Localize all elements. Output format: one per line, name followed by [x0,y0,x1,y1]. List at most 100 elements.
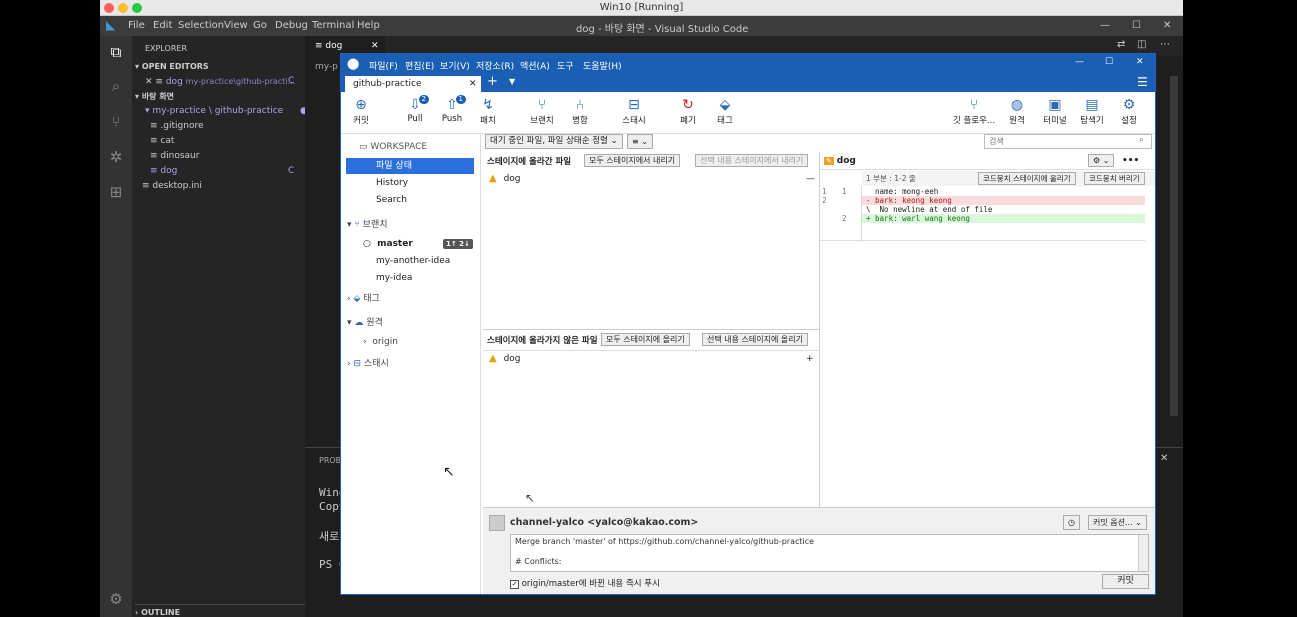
scrollbar[interactable] [1170,76,1178,416]
folder-header[interactable]: ▾ 바탕 화면 [135,89,308,104]
branch-master[interactable]: ○ master 1↑ 2↓ [363,236,491,252]
history-clock-button[interactable]: ◷ [1063,515,1080,530]
discard-button[interactable]: ↻ 폐기 [668,96,708,132]
commit-options-dropdown[interactable]: 커밋 옵션... ⌄ [1088,515,1147,530]
unstage-selected-button[interactable]: 선택 내용 스테이지에서 내리기 [695,154,809,167]
commit-message-input[interactable]: Merge branch 'master' of https://github.… [510,534,1149,572]
stage-file-icon[interactable]: + [806,351,814,367]
st-menu-edit[interactable]: 편집(E) [405,59,434,72]
file-item[interactable]: ≡ desktop.ini [142,179,315,194]
unstage-file-icon[interactable]: — [806,171,815,187]
stage-hunk-button[interactable]: 코드뭉치 스테이지에 올리기 [978,172,1076,185]
st-menu-view[interactable]: 보기(V) [440,59,470,72]
more-icon[interactable]: ⋯ [1160,39,1170,50]
pull-icon: ⇩ [409,97,421,113]
file-item[interactable]: ≡ dog C [150,164,323,179]
branch-button[interactable]: ⑂ 브랜치 [522,96,562,132]
diff-line[interactable]: \ No newline at end of file [862,205,1145,214]
repo-folder-item[interactable]: ▾ my-practice \ github-practice ● [145,104,318,119]
maximize-icon[interactable]: ☐ [1132,20,1141,31]
terminal-button[interactable]: ▣ 터미널 [1035,96,1075,132]
open-editors-header[interactable]: ▾ OPEN EDITORS [135,59,308,74]
remote-origin[interactable]: › origin [363,334,491,350]
layout-icon[interactable]: ◫ [1137,39,1146,50]
settings-gear-icon[interactable]: ⚙ [106,589,126,609]
push-button[interactable]: ⇧ 1 Push [432,95,472,132]
close-dot-icon[interactable] [104,3,114,13]
view-mode-dropdown[interactable]: ≡ ⌄ [627,134,653,149]
stashes-header[interactable]: › ⊟ 스태시 [347,356,475,372]
merge-button[interactable]: ⑃ 병합 [560,96,600,132]
diff-line[interactable]: + bark: warl wang keong [862,214,1145,223]
diff-line[interactable]: 1 1 name: mong-eeh [820,187,1145,196]
close-icon[interactable]: ✕ [1163,20,1171,31]
minimize-icon[interactable]: — [1100,20,1110,31]
git-flow-button[interactable]: ⑂ 깃 플로우... [949,96,999,132]
source-control-icon[interactable]: ⑂ [106,112,126,132]
push-immediately-checkbox[interactable]: ✓ origin/master에 바뀐 내용 즉시 푸시 [510,577,660,589]
st-menu-file[interactable]: 파일(F) [369,59,398,72]
file-item[interactable]: ≡ dinosaur [150,149,323,164]
repo-tab[interactable]: github-practice ✕ [345,76,481,92]
unstaged-file-row[interactable]: ▲ dog + [483,350,820,366]
hamburger-menu-icon[interactable]: ☰ [1137,75,1148,89]
search-input[interactable] [984,134,1152,149]
search-icon[interactable]: ⌕ [106,76,126,96]
unstage-all-button[interactable]: 모두 스테이지에서 내리기 [584,154,681,167]
commit-button[interactable]: ⊕ 커밋 [341,96,381,132]
zoom-dot-icon[interactable] [132,3,142,13]
settings-button[interactable]: ⚙ 설정 [1109,96,1149,132]
open-editor-item[interactable]: ✕ ≡ dog my-practice\github-practi... C [145,74,318,89]
menu-file[interactable]: File [128,20,145,31]
st-maximize-icon[interactable]: ☐ [1105,57,1113,67]
st-menu-actions[interactable]: 액션(A) [520,59,550,72]
menu-go[interactable]: Go [253,20,267,31]
menu-selection[interactable]: Selection [178,20,224,31]
file-filter-dropdown[interactable]: 대기 중인 파일, 파일 상태순 정렬 ⌄ [485,134,623,149]
discard-hunk-button[interactable]: 코드뭉치 버리기 [1084,172,1145,185]
sidebar-item-file-status[interactable]: 파일 상태 [346,158,474,174]
diff-more-icon[interactable]: ••• [1122,152,1139,170]
menu-view[interactable]: View [224,20,248,31]
st-menu-help[interactable]: 도움말(H) [583,59,622,72]
explorer-icon[interactable]: ⧉ [106,42,126,62]
tags-header[interactable]: › ⬙ 태그 [347,291,475,307]
menu-terminal[interactable]: Terminal [312,20,354,31]
close-tab-icon[interactable]: ✕ [469,76,477,92]
commit-submit-button[interactable]: 커밋 [1102,574,1149,589]
st-menu-tools[interactable]: 도구 [557,59,574,72]
debug-icon[interactable]: ✲ [106,147,126,167]
pull-button[interactable]: ⇩ 2 Pull [395,95,435,132]
stage-all-button[interactable]: 모두 스테이지에 올리기 [601,333,690,346]
close-panel-icon[interactable]: ✕ [1160,453,1168,464]
extensions-icon[interactable]: ⊞ [106,182,126,202]
menu-debug[interactable]: Debug [275,20,308,31]
message-scrollbar[interactable] [1138,535,1148,571]
branches-header[interactable]: ▾ ⑂ 브랜치 [347,217,475,233]
tag-button[interactable]: ⬙ 태그 [705,96,745,132]
minimize-dot-icon[interactable] [118,3,128,13]
checkbox-checked-icon[interactable]: ✓ [510,580,519,589]
branches-label: 브랜치 [362,220,388,230]
diff-line[interactable]: - bark: keong keong [862,196,1145,205]
staged-file-row[interactable]: ▲ dog — [483,171,820,187]
file-item[interactable]: ≡ cat [150,134,323,149]
menu-help[interactable]: Help [357,20,380,31]
new-tab-icon[interactable]: + [487,74,498,89]
st-minimize-icon[interactable]: — [1075,57,1084,67]
compare-icon[interactable]: ⇄ [1117,39,1125,50]
file-item[interactable]: ≡ .gitignore [150,119,323,134]
remote-button[interactable]: ◍ 원격 [997,96,1037,132]
stage-selected-button[interactable]: 선택 내용 스테이지에 올리기 [702,333,808,346]
close-editor-icon[interactable]: ✕ [145,77,153,87]
tab-dropdown-icon[interactable]: ▼ [509,77,515,86]
st-close-icon[interactable]: ✕ [1136,57,1144,67]
menu-edit[interactable]: Edit [153,20,172,31]
outline-header[interactable]: › OUTLINE [135,604,308,617]
explorer-button[interactable]: ▤ 탐색기 [1072,96,1112,132]
diff-options-button[interactable]: ⚙ ⌄ [1088,154,1115,167]
stash-button[interactable]: ⊟ 스태시 [614,96,654,132]
fetch-button[interactable]: ↯ 패치 [468,96,508,132]
st-menu-repository[interactable]: 저장소(R) [476,59,514,72]
remotes-header[interactable]: ▾ ☁ 원격 [347,315,475,331]
